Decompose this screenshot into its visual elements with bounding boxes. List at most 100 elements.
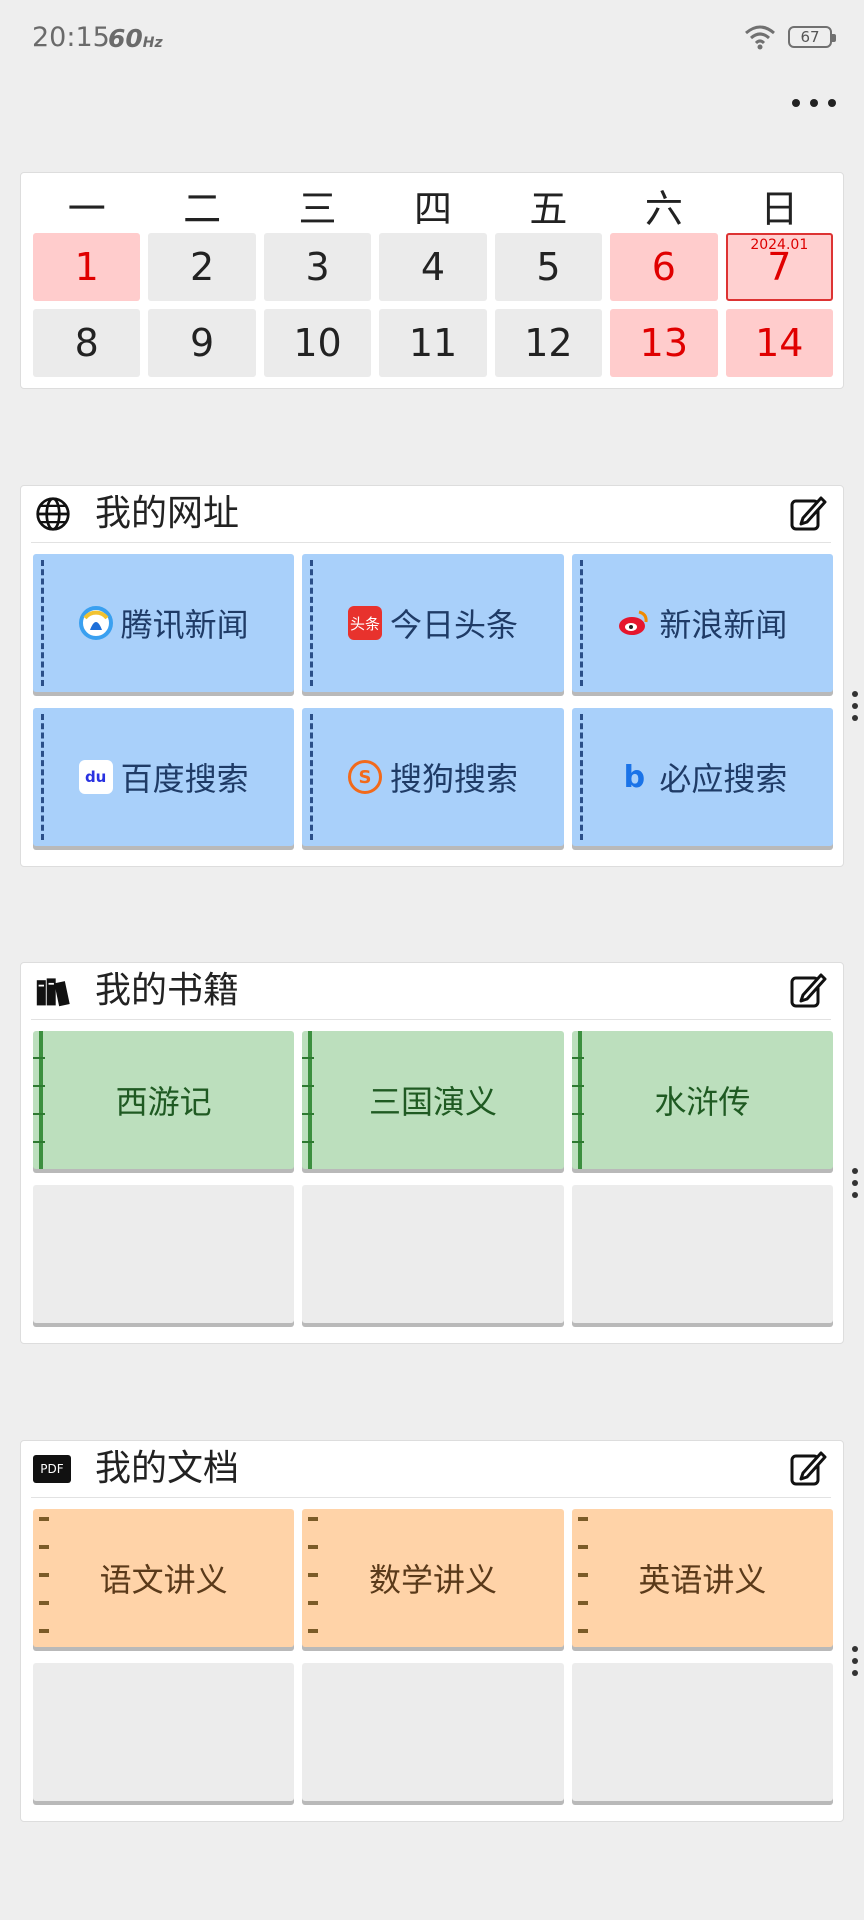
more-options-button[interactable] [792, 88, 836, 118]
calendar-day[interactable]: 9 [148, 309, 256, 377]
section-title: 我的书籍 [95, 970, 240, 1011]
calendar-day[interactable]: 10 [263, 309, 372, 377]
calendar-day[interactable]: 8 [33, 309, 141, 377]
weekday-label: 日 [760, 187, 799, 231]
day-number: 11 [408, 321, 458, 365]
document-label: 数学讲义 [368, 1561, 497, 1599]
drag-handle-icon[interactable] [851, 1168, 859, 1198]
edit-icon[interactable] [789, 971, 827, 1009]
empty-slot[interactable] [33, 1185, 295, 1323]
battery-icon: 67 [788, 26, 836, 48]
empty-slot[interactable] [302, 1185, 564, 1323]
empty-slot[interactable] [571, 1663, 833, 1801]
calendar-day[interactable]: 14 [725, 309, 833, 377]
pdf-icon: PDF [33, 1455, 71, 1483]
document-tile[interactable]: 英语讲义 [571, 1509, 833, 1647]
refresh-rate-unit: Hz [142, 35, 163, 51]
website-label: 今日头条 [389, 606, 518, 644]
drag-handle-icon[interactable] [851, 691, 859, 721]
website-tile[interactable]: 腾讯新闻 [33, 554, 295, 692]
website-tile[interactable]: b 必应搜索 [571, 708, 833, 846]
section-title: 我的网址 [95, 493, 240, 534]
calendar-day[interactable]: 5 [494, 233, 603, 301]
websites-grid: 腾讯新闻 头条 今日头条 新浪新闻 du 百度搜索 S 搜狗搜索 b 必应搜索 [33, 554, 833, 846]
website-label: 新浪新闻 [659, 606, 788, 644]
document-label: 语文讲义 [99, 1561, 228, 1599]
toutiao-icon: 头条 [347, 606, 382, 640]
refresh-rate: 60Hz [108, 24, 163, 53]
status-icons: 67 [744, 24, 836, 50]
drag-handle-icon[interactable] [851, 1646, 859, 1676]
weekday-label: 四 [413, 187, 452, 231]
calendar-day[interactable]: 3 [263, 233, 372, 301]
refresh-rate-value: 60 [108, 24, 143, 53]
more-dot-icon [810, 99, 818, 107]
handle-dot [852, 691, 858, 697]
calendar-days: 1 2 3 4 5 6 2024.01 7 8 9 10 11 12 13 14 [33, 233, 833, 377]
day-number: 5 [536, 245, 561, 289]
website-tile[interactable]: du 百度搜索 [33, 708, 295, 846]
handle-dot [852, 1192, 858, 1198]
day-number: 9 [190, 321, 215, 365]
weekday-label: 五 [529, 187, 568, 231]
edit-icon[interactable] [789, 494, 827, 532]
handle-dot [852, 1658, 858, 1664]
book-label: 水浒传 [654, 1083, 751, 1121]
calendar-day[interactable]: 11 [379, 309, 487, 377]
empty-slot[interactable] [571, 1185, 833, 1323]
website-label: 腾讯新闻 [120, 606, 249, 644]
handle-dot [852, 1168, 858, 1174]
sina-weibo-icon [619, 610, 648, 635]
day-number: 4 [420, 245, 446, 289]
tencent-news-icon [78, 606, 113, 640]
status-time: 20:15 [32, 22, 110, 53]
book-tile[interactable]: 西游记 [33, 1031, 295, 1169]
section-title: 我的文档 [95, 1448, 240, 1489]
more-dot-icon [792, 99, 800, 107]
website-label: 必应搜索 [659, 760, 788, 798]
handle-dot [852, 1180, 858, 1186]
weekday-label: 二 [183, 187, 222, 231]
calendar-day[interactable]: 2 [148, 233, 256, 301]
websites-widget: 我的网址 腾讯新闻 头条 今日头条 新浪新闻 du 百度搜索 S 搜狗搜索 b … [20, 485, 858, 867]
day-number: 2 [190, 245, 215, 289]
calendar-day-today[interactable]: 2024.01 7 [725, 233, 833, 301]
baidu-icon: du [78, 760, 113, 794]
weekday-label: 一 [67, 187, 106, 231]
handle-dot [852, 1670, 858, 1676]
document-tile[interactable]: 语文讲义 [33, 1509, 295, 1647]
handle-dot [852, 1646, 858, 1652]
day-number: 6 [651, 245, 676, 289]
website-tile[interactable]: 头条 今日头条 [302, 554, 564, 692]
day-number: 13 [639, 321, 689, 365]
calendar-day[interactable]: 6 [610, 233, 718, 301]
status-bar: 20:15 60Hz 67 [0, 0, 864, 80]
website-tile[interactable]: S 搜狗搜索 [302, 708, 564, 846]
calendar-day[interactable]: 1 [33, 233, 141, 301]
website-label: 搜狗搜索 [389, 760, 518, 798]
documents-widget: PDF 我的文档 语文讲义 数学讲义 英语讲义 [20, 1440, 858, 1822]
pdf-icon-label: PDF [40, 1462, 64, 1476]
book-tile[interactable]: 水浒传 [571, 1031, 833, 1169]
day-number: 3 [305, 245, 330, 289]
document-label: 英语讲义 [638, 1561, 767, 1599]
calendar-day[interactable]: 13 [610, 309, 718, 377]
sogou-icon: S [347, 760, 382, 794]
empty-slot[interactable] [33, 1663, 295, 1801]
day-number: 1 [74, 245, 99, 289]
calendar-day[interactable]: 4 [379, 233, 487, 301]
day-number: 12 [524, 321, 573, 365]
calendar-day[interactable]: 12 [494, 309, 603, 377]
documents-header: PDF 我的文档 [31, 1441, 831, 1498]
website-tile[interactable]: 新浪新闻 [571, 554, 833, 692]
empty-slot[interactable] [302, 1663, 564, 1801]
books-widget: 我的书籍 西游记 三国演义 水浒传 [20, 962, 858, 1344]
edit-icon[interactable] [789, 1449, 827, 1487]
books-grid: 西游记 三国演义 水浒传 [33, 1031, 833, 1323]
handle-dot [852, 715, 858, 721]
books-icon [36, 978, 70, 1007]
book-tile[interactable]: 三国演义 [302, 1031, 564, 1169]
bing-icon: b [623, 759, 646, 795]
calendar-weekdays: 一 二 三 四 五 六 日 [33, 183, 833, 235]
document-tile[interactable]: 数学讲义 [302, 1509, 564, 1647]
